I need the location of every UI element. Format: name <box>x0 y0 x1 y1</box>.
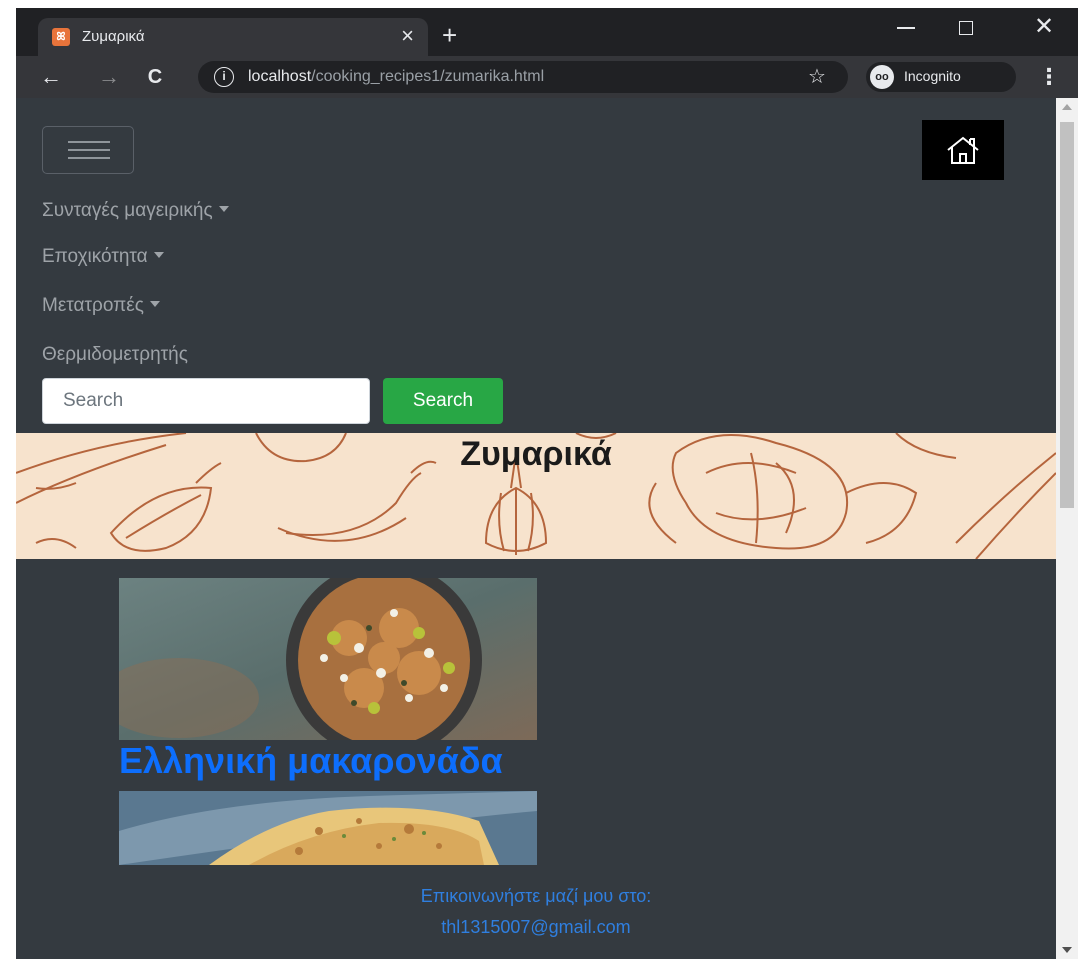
nav-item-recipes[interactable]: Συνταγές μαγειρικής <box>42 200 229 222</box>
browser-toolbar: ← → C i localhost/cooking_recipes1/zumar… <box>16 56 1078 98</box>
recipe-link-greek-pasta[interactable]: Ελληνική μακαρονάδα <box>119 740 503 782</box>
browser-chrome: ꕤ Ζυμαρικά × + ✕ ← → C i localhost/cooki… <box>16 8 1078 98</box>
home-icon <box>947 136 979 164</box>
navbar-toggler-button[interactable] <box>42 126 134 174</box>
caret-down-icon <box>153 252 164 258</box>
caret-down-icon <box>149 301 160 307</box>
home-button[interactable] <box>922 120 1004 180</box>
scroll-thumb[interactable] <box>1060 122 1074 508</box>
reload-icon[interactable]: C <box>140 62 170 92</box>
pasta-bowl-photo <box>119 578 537 740</box>
scroll-down-icon[interactable] <box>1062 947 1072 953</box>
address-bar[interactable]: i localhost/cooking_recipes1/zumarika.ht… <box>198 61 848 93</box>
menu-dots-icon[interactable]: ⋮ <box>1038 62 1060 92</box>
search-button[interactable]: Search <box>383 378 503 424</box>
incognito-icon: oo <box>870 65 894 89</box>
tab-title: Ζυμαρικά <box>82 28 145 45</box>
window-close-icon[interactable]: ✕ <box>1024 12 1064 42</box>
caret-down-icon <box>218 206 229 212</box>
scroll-up-icon[interactable] <box>1062 104 1072 110</box>
info-icon[interactable]: i <box>214 67 234 87</box>
minimize-icon[interactable] <box>886 12 926 42</box>
back-arrow-icon[interactable]: ← <box>36 62 66 92</box>
nav-item-conversions[interactable]: Μετατροπές <box>42 295 160 317</box>
maximize-icon[interactable] <box>946 12 986 42</box>
page-scrollbar[interactable] <box>1056 98 1078 959</box>
page-banner: Ζυμαρικά <box>16 433 1056 559</box>
hamburger-icon <box>68 141 110 143</box>
contact-label: Επικοινωνήστε μαζί μου στο: <box>420 886 652 906</box>
contact-email[interactable]: thl1315007@gmail.com <box>16 917 1056 938</box>
nav-item-seasonality[interactable]: Εποχικότητα <box>42 246 164 268</box>
new-tab-button[interactable]: + <box>442 22 457 48</box>
bookmark-star-icon[interactable]: ☆ <box>808 64 826 89</box>
url-text[interactable]: localhost/cooking_recipes1/zumarika.html <box>248 68 544 86</box>
favicon-icon: ꕤ <box>52 28 70 46</box>
nav-item-calorie-counter[interactable]: Θερμιδομετρητής <box>42 344 188 366</box>
tab-close-icon[interactable]: × <box>401 24 414 48</box>
url-host: localhost <box>248 68 312 85</box>
search-input[interactable] <box>42 378 370 424</box>
recipe-image-pasta[interactable] <box>119 578 537 740</box>
incognito-badge[interactable]: oo Incognito <box>866 62 1016 92</box>
page-title: Ζυμαρικά <box>460 435 612 473</box>
tab-bar: ꕤ Ζυμαρικά × + ✕ <box>16 8 1078 56</box>
forward-arrow-icon[interactable]: → <box>94 62 124 92</box>
lasagna-photo <box>119 791 537 865</box>
incognito-label: Incognito <box>904 68 961 84</box>
url-path: /cooking_recipes1/zumarika.html <box>311 68 545 85</box>
recipe-image-lasagna[interactable] <box>119 791 537 865</box>
browser-tab[interactable]: ꕤ Ζυμαρικά × <box>38 18 428 56</box>
page-viewport: Συνταγές μαγειρικής Εποχικότητα Μετατροπ… <box>16 98 1056 959</box>
